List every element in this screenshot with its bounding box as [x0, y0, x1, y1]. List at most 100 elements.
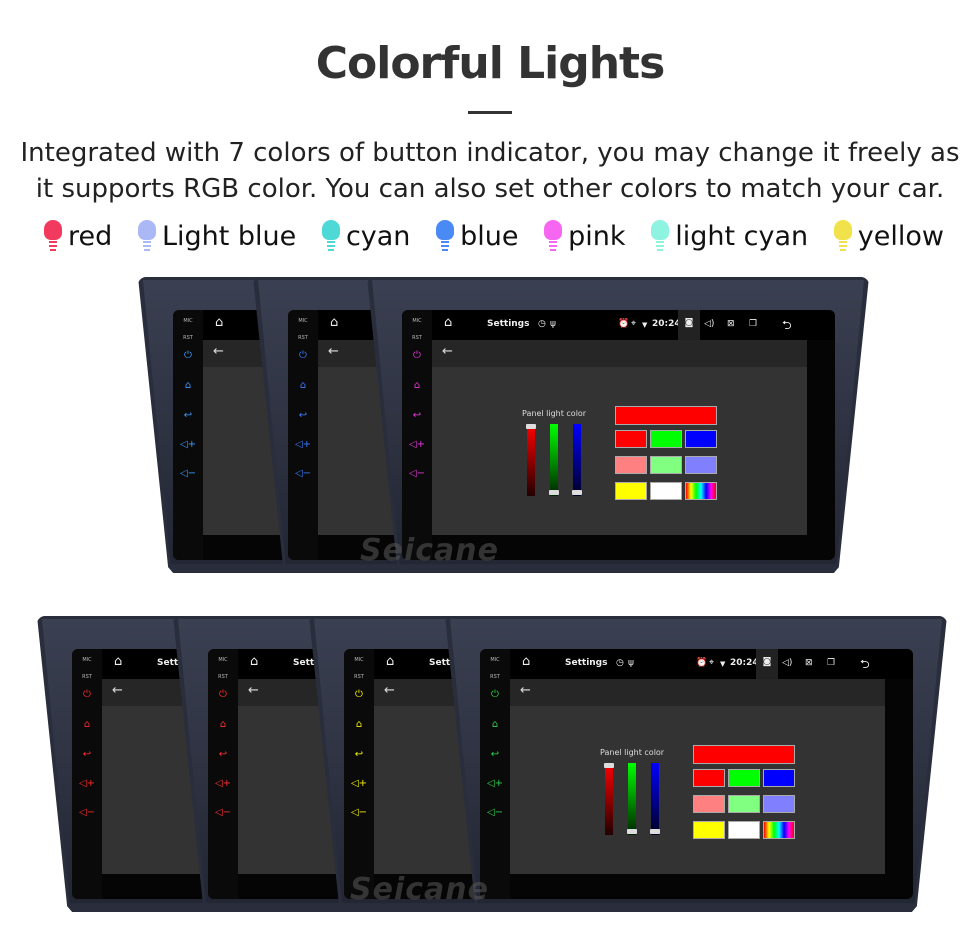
color-swatch[interactable] [693, 821, 725, 839]
home-icon[interactable]: ⌂ [330, 315, 338, 330]
home-icon[interactable]: ⌂ [215, 315, 223, 330]
rst-label: RST [298, 335, 308, 341]
back-icon[interactable]: ↩ [344, 749, 374, 760]
home-icon[interactable]: ⌂ [480, 719, 510, 730]
color-swatch[interactable] [728, 769, 760, 787]
color-swatch[interactable] [763, 821, 795, 839]
back-icon[interactable]: ↩ [288, 410, 318, 421]
back-icon[interactable]: ↩ [173, 410, 203, 421]
close-app-icon[interactable]: ⊠ [805, 658, 813, 668]
color-swatch[interactable] [650, 456, 682, 474]
volume-down-icon[interactable]: ◁− [288, 468, 318, 479]
home-icon[interactable]: ⌂ [173, 380, 203, 391]
volume-down-icon[interactable]: ◁− [208, 807, 238, 818]
volume-down-icon[interactable]: ◁− [72, 807, 102, 818]
color-swatch[interactable] [685, 430, 717, 448]
back-icon[interactable]: ↩ [480, 749, 510, 760]
screenshot-camera-icon[interactable]: ◙ [678, 310, 700, 340]
home-icon[interactable]: ⌂ [444, 315, 452, 330]
color-swatch[interactable] [693, 795, 725, 813]
color-swatch[interactable] [693, 769, 725, 787]
back-arrow-icon[interactable]: ← [520, 683, 531, 698]
power-icon[interactable]: ⏻ [344, 689, 374, 700]
home-icon[interactable]: ⌂ [250, 654, 258, 669]
head-unit-7: MIC RST ⏻ ⌂ ↩ ◁+ ◁− ⌂ Settings ◷ ψ ⏰ ⌖ ▼ 20:24… [445, 616, 947, 912]
green-slider[interactable] [549, 424, 559, 496]
red-slider[interactable] [526, 424, 536, 496]
home-icon[interactable]: ⌂ [208, 719, 238, 730]
power-icon[interactable]: ⏻ [480, 689, 510, 700]
head-unit-3: MIC RST ⏻ ⌂ ↩ ◁+ ◁− ⌂ Settings ◷ ψ ⏰ ⌖ ▼ 20:24… [367, 277, 869, 573]
slider-handle[interactable] [526, 424, 536, 429]
volume-down-icon[interactable]: ◁− [402, 468, 432, 479]
volume-up-icon[interactable]: ◁+ [208, 778, 238, 789]
slider-handle[interactable] [627, 829, 637, 834]
color-swatch[interactable] [615, 456, 647, 474]
back-arrow-icon[interactable]: ← [328, 344, 339, 359]
home-icon[interactable]: ⌂ [522, 654, 530, 669]
volume-up-icon[interactable]: ◁+ [173, 439, 203, 450]
volume-down-icon[interactable]: ◁− [344, 807, 374, 818]
side-button-panel: MIC RST ⏻ ⌂ ↩ ◁+ ◁− [208, 649, 238, 899]
volume-up-icon[interactable]: ◁+ [72, 778, 102, 789]
back-icon[interactable]: ↩ [402, 410, 432, 421]
recent-apps-icon[interactable]: ❐ [749, 319, 757, 329]
screenshot-camera-icon[interactable]: ◙ [756, 649, 778, 679]
rst-label: RST [412, 335, 422, 341]
legend-label: red [68, 220, 113, 252]
back-arrow-icon[interactable]: ← [442, 344, 453, 359]
blue-slider[interactable] [572, 424, 582, 496]
power-icon[interactable]: ⏻ [288, 350, 318, 361]
color-swatch[interactable] [728, 795, 760, 813]
home-icon[interactable]: ⌂ [72, 719, 102, 730]
volume-up-icon[interactable]: ◁+ [288, 439, 318, 450]
back-arrow-icon[interactable]: ← [384, 683, 395, 698]
home-icon[interactable]: ⌂ [114, 654, 122, 669]
home-icon[interactable]: ⌂ [344, 719, 374, 730]
blue-slider[interactable] [650, 763, 660, 835]
return-icon[interactable]: ⮌ [782, 316, 792, 337]
close-app-icon[interactable]: ⊠ [727, 319, 735, 329]
usb-icon: ψ [628, 658, 634, 668]
color-swatch[interactable] [728, 821, 760, 839]
color-swatch[interactable] [763, 795, 795, 813]
recent-apps-icon[interactable]: ❐ [827, 658, 835, 668]
power-icon[interactable]: ⏻ [402, 350, 432, 361]
color-swatch[interactable] [685, 456, 717, 474]
home-icon[interactable]: ⌂ [402, 380, 432, 391]
color-swatch[interactable] [763, 769, 795, 787]
volume-icon[interactable]: ◁) [782, 658, 792, 668]
mic-label: MIC [82, 657, 92, 663]
return-icon[interactable]: ⮌ [860, 655, 870, 676]
color-swatch[interactable] [615, 482, 647, 500]
green-slider[interactable] [627, 763, 637, 835]
slider-handle[interactable] [650, 829, 660, 834]
back-icon[interactable]: ↩ [72, 749, 102, 760]
home-icon[interactable]: ⌂ [386, 654, 394, 669]
color-swatch[interactable] [615, 430, 647, 448]
volume-up-icon[interactable]: ◁+ [344, 778, 374, 789]
volume-up-icon[interactable]: ◁+ [402, 439, 432, 450]
back-arrow-icon[interactable]: ← [213, 344, 224, 359]
color-swatch[interactable] [650, 482, 682, 500]
power-icon[interactable]: ⏻ [173, 350, 203, 361]
slider-handle[interactable] [549, 490, 559, 495]
red-slider[interactable] [604, 763, 614, 835]
volume-down-icon[interactable]: ◁− [480, 807, 510, 818]
rst-label: RST [82, 674, 92, 680]
volume-down-icon[interactable]: ◁− [173, 468, 203, 479]
description-line-1: Integrated with 7 colors of button indic… [20, 138, 960, 168]
back-icon[interactable]: ↩ [208, 749, 238, 760]
power-icon[interactable]: ⏻ [72, 689, 102, 700]
clock-time: 20:24 [730, 658, 759, 668]
color-swatch[interactable] [650, 430, 682, 448]
back-arrow-icon[interactable]: ← [112, 683, 123, 698]
color-swatch[interactable] [685, 482, 717, 500]
slider-handle[interactable] [572, 490, 582, 495]
home-icon[interactable]: ⌂ [288, 380, 318, 391]
volume-icon[interactable]: ◁) [704, 319, 714, 329]
volume-up-icon[interactable]: ◁+ [480, 778, 510, 789]
power-icon[interactable]: ⏻ [208, 689, 238, 700]
slider-handle[interactable] [604, 763, 614, 768]
back-arrow-icon[interactable]: ← [248, 683, 259, 698]
